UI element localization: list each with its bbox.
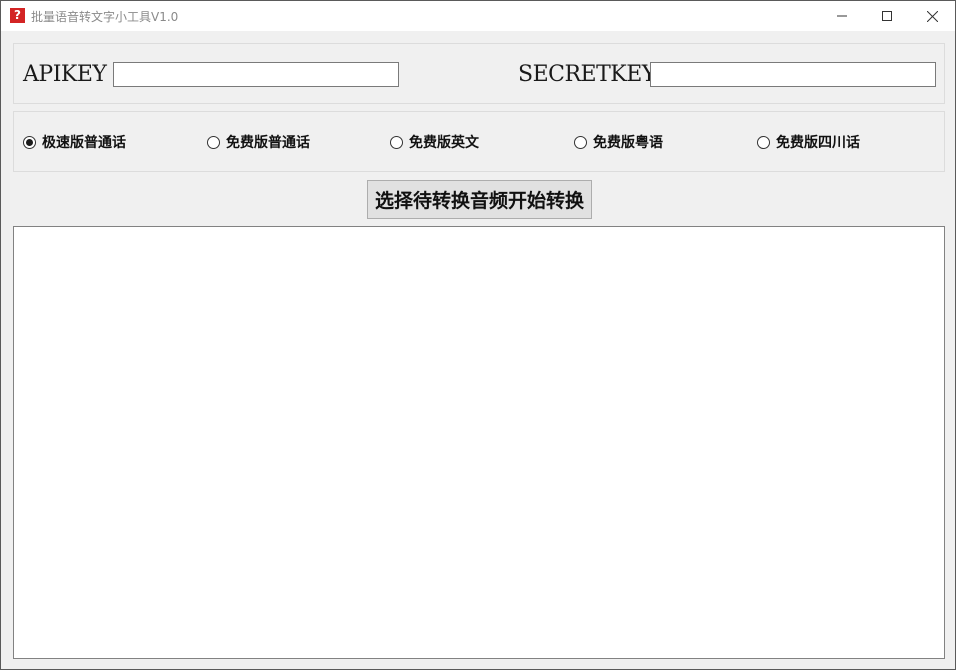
- radio-mode-free-mandarin[interactable]: 免费版普通话: [207, 132, 310, 152]
- close-icon: [926, 10, 938, 22]
- radio-mode-free-english[interactable]: 免费版英文: [390, 132, 479, 152]
- credentials-group: APIKEY SECRETKEY: [13, 43, 945, 104]
- minimize-button[interactable]: [819, 1, 865, 31]
- radio-mode-fast-mandarin[interactable]: 极速版普通话: [23, 132, 126, 152]
- apikey-input[interactable]: [113, 62, 399, 87]
- select-and-convert-button[interactable]: 选择待转换音频开始转换: [367, 180, 592, 219]
- window-title: 批量语音转文字小工具V1.0: [31, 10, 179, 24]
- radio-label: 免费版普通话: [226, 135, 310, 151]
- radio-label: 免费版英文: [409, 135, 479, 151]
- apikey-label: APIKEY: [23, 62, 107, 87]
- output-textarea[interactable]: [13, 226, 945, 659]
- radio-label: 免费版四川话: [776, 135, 860, 151]
- minimize-icon: [837, 11, 847, 21]
- close-button[interactable]: [909, 1, 955, 31]
- maximize-button[interactable]: [864, 1, 910, 31]
- radio-mode-free-cantonese[interactable]: 免费版粤语: [574, 132, 663, 152]
- title-bar[interactable]: ? 批量语音转文字小工具V1.0: [1, 1, 955, 31]
- radio-checked-icon: [23, 135, 36, 149]
- app-window: ? 批量语音转文字小工具V1.0 APIKEY SECRETKEY 极速版普通话: [0, 0, 956, 670]
- mode-radio-group: 极速版普通话 免费版普通话 免费版英文 免费版粤语 免费版四川话: [13, 111, 945, 172]
- radio-label: 免费版粤语: [593, 135, 663, 151]
- radio-mode-free-sichuanese[interactable]: 免费版四川话: [757, 132, 860, 152]
- radio-unchecked-icon: [390, 135, 403, 149]
- maximize-icon: [882, 11, 892, 21]
- secretkey-label: SECRETKEY: [518, 62, 656, 87]
- secretkey-input[interactable]: [650, 62, 936, 87]
- question-icon: ?: [10, 8, 25, 23]
- radio-unchecked-icon: [207, 135, 220, 149]
- radio-unchecked-icon: [757, 135, 770, 149]
- radio-label: 极速版普通话: [42, 135, 126, 151]
- radio-unchecked-icon: [574, 135, 587, 149]
